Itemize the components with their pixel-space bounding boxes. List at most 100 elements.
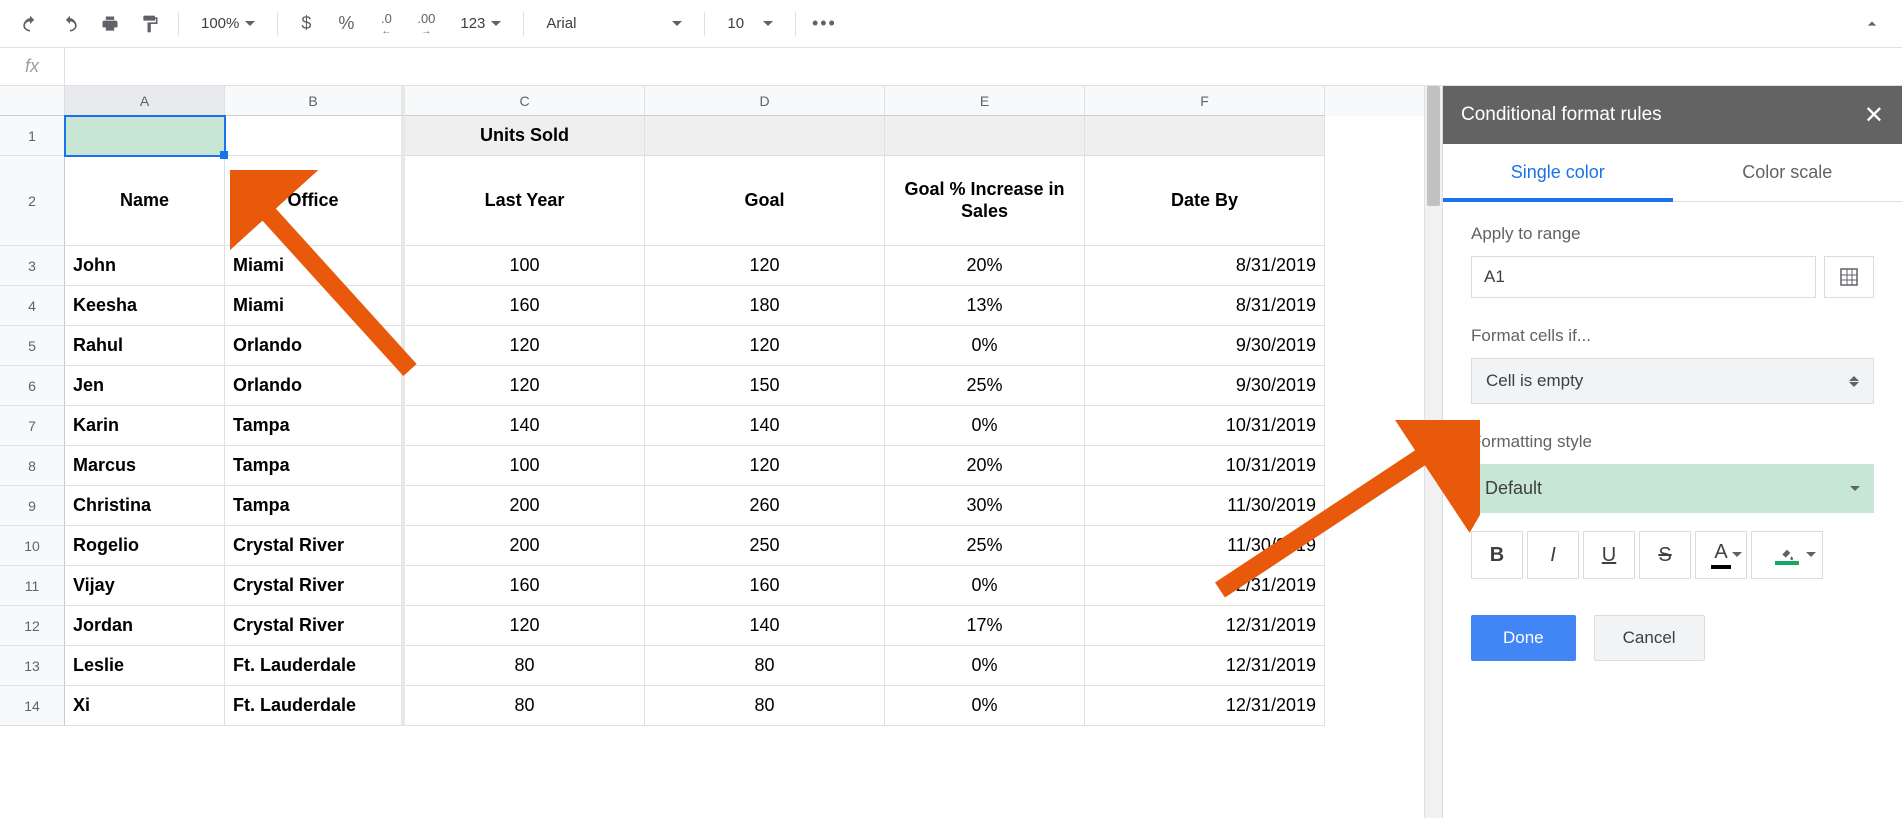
cell[interactable]: 11/30/2019: [1085, 486, 1325, 526]
print-button[interactable]: [92, 6, 128, 42]
format-currency-button[interactable]: $: [288, 6, 324, 42]
cell[interactable]: [645, 116, 885, 156]
cell[interactable]: 9/30/2019: [1085, 326, 1325, 366]
cell[interactable]: 20%: [885, 446, 1085, 486]
row-header[interactable]: 13: [0, 646, 65, 686]
cell[interactable]: Ft. Lauderdale: [225, 686, 405, 726]
cell[interactable]: 120: [405, 326, 645, 366]
done-button[interactable]: Done: [1471, 615, 1576, 661]
row-header[interactable]: 5: [0, 326, 65, 366]
cell[interactable]: Last Year: [405, 156, 645, 246]
cell[interactable]: Miami: [225, 246, 405, 286]
cell[interactable]: 0%: [885, 646, 1085, 686]
cell[interactable]: Goal % Increase in Sales: [885, 156, 1085, 246]
vertical-scrollbar[interactable]: [1424, 86, 1442, 818]
font-family-dropdown[interactable]: Arial: [534, 6, 694, 42]
row-header[interactable]: 1: [0, 116, 65, 156]
cell[interactable]: 8/31/2019: [1085, 246, 1325, 286]
cell[interactable]: Keesha: [65, 286, 225, 326]
cell[interactable]: Office: [225, 156, 405, 246]
cell[interactable]: [885, 116, 1085, 156]
underline-button[interactable]: U: [1583, 531, 1635, 579]
cell[interactable]: 12/31/2019: [1085, 686, 1325, 726]
cell[interactable]: 0%: [885, 406, 1085, 446]
select-all-corner[interactable]: [0, 86, 65, 116]
cell[interactable]: Tampa: [225, 406, 405, 446]
cell[interactable]: 120: [645, 326, 885, 366]
collapse-toolbar-button[interactable]: [1854, 6, 1890, 42]
cell[interactable]: 250: [645, 526, 885, 566]
cell[interactable]: 9/30/2019: [1085, 366, 1325, 406]
spreadsheet-grid[interactable]: A B C D E F 1234567891011121314 Units So…: [0, 86, 1424, 818]
cell[interactable]: Ft. Lauderdale: [225, 646, 405, 686]
cell[interactable]: Tampa: [225, 486, 405, 526]
more-tools-button[interactable]: •••: [806, 6, 842, 42]
tab-single-color[interactable]: Single color: [1443, 144, 1673, 201]
col-header-e[interactable]: E: [885, 86, 1085, 116]
cell[interactable]: 180: [645, 286, 885, 326]
cell[interactable]: [1085, 116, 1325, 156]
cell[interactable]: 150: [645, 366, 885, 406]
cell[interactable]: Crystal River: [225, 566, 405, 606]
row-header[interactable]: 3: [0, 246, 65, 286]
cell[interactable]: 10/31/2019: [1085, 446, 1325, 486]
cell[interactable]: Units Sold: [405, 116, 645, 156]
zoom-dropdown[interactable]: 100%: [189, 6, 267, 42]
cell[interactable]: 12/31/2019: [1085, 566, 1325, 606]
font-size-dropdown[interactable]: 10: [715, 6, 785, 42]
paint-format-button[interactable]: [132, 6, 168, 42]
col-header-c[interactable]: C: [405, 86, 645, 116]
cell[interactable]: 80: [645, 686, 885, 726]
decrease-decimal-button[interactable]: .0←: [368, 6, 404, 42]
increase-decimal-button[interactable]: .00→: [408, 6, 444, 42]
cell[interactable]: 140: [645, 406, 885, 446]
row-header[interactable]: 11: [0, 566, 65, 606]
cell[interactable]: Miami: [225, 286, 405, 326]
format-percent-button[interactable]: %: [328, 6, 364, 42]
cell[interactable]: 140: [645, 606, 885, 646]
cell[interactable]: 12/31/2019: [1085, 646, 1325, 686]
formatting-style-select[interactable]: Default: [1471, 464, 1874, 513]
redo-button[interactable]: [52, 6, 88, 42]
cell[interactable]: 160: [405, 286, 645, 326]
bold-button[interactable]: B: [1471, 531, 1523, 579]
cell[interactable]: 160: [405, 566, 645, 606]
cell[interactable]: Orlando: [225, 366, 405, 406]
strikethrough-button[interactable]: S: [1639, 531, 1691, 579]
cell[interactable]: John: [65, 246, 225, 286]
cell[interactable]: 100: [405, 446, 645, 486]
cell[interactable]: 200: [405, 486, 645, 526]
cell[interactable]: 12/31/2019: [1085, 606, 1325, 646]
cell[interactable]: 80: [405, 686, 645, 726]
close-icon[interactable]: ✕: [1864, 101, 1884, 130]
row-header[interactable]: 9: [0, 486, 65, 526]
cell[interactable]: 200: [405, 526, 645, 566]
cell[interactable]: 80: [405, 646, 645, 686]
cell[interactable]: Jen: [65, 366, 225, 406]
cell[interactable]: 260: [645, 486, 885, 526]
cell[interactable]: 100: [405, 246, 645, 286]
cell[interactable]: [225, 116, 405, 156]
select-range-button[interactable]: [1824, 256, 1874, 298]
cell[interactable]: 25%: [885, 526, 1085, 566]
row-header[interactable]: 7: [0, 406, 65, 446]
formula-input[interactable]: [65, 48, 1902, 85]
cell[interactable]: 0%: [885, 326, 1085, 366]
cell[interactable]: Marcus: [65, 446, 225, 486]
cell[interactable]: 30%: [885, 486, 1085, 526]
cell[interactable]: Goal: [645, 156, 885, 246]
cancel-button[interactable]: Cancel: [1594, 615, 1705, 661]
cell[interactable]: Tampa: [225, 446, 405, 486]
cell[interactable]: Rogelio: [65, 526, 225, 566]
cell[interactable]: 120: [645, 446, 885, 486]
cell[interactable]: 25%: [885, 366, 1085, 406]
cell[interactable]: 20%: [885, 246, 1085, 286]
number-format-dropdown[interactable]: 123: [448, 6, 513, 42]
cell[interactable]: 120: [405, 366, 645, 406]
text-color-button[interactable]: A: [1695, 531, 1747, 579]
tab-color-scale[interactable]: Color scale: [1673, 144, 1902, 201]
cell[interactable]: [65, 116, 225, 156]
cell[interactable]: 13%: [885, 286, 1085, 326]
italic-button[interactable]: I: [1527, 531, 1579, 579]
fill-color-button[interactable]: [1751, 531, 1823, 579]
